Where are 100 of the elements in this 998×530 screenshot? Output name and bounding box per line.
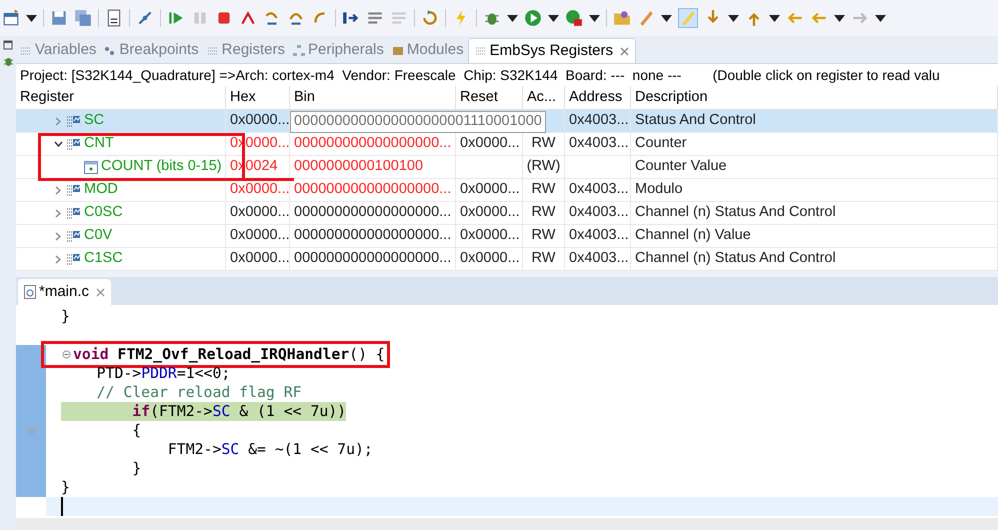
register-icon: [67, 138, 81, 150]
description-text: Counter Value: [635, 157, 727, 176]
access-value: RW: [532, 180, 556, 200]
column-header[interactable]: Register: [16, 86, 226, 109]
access-value: RW: [532, 249, 556, 268]
tab-icon: [392, 44, 404, 56]
table-row[interactable]: C0V 0x0000... 000000000000000000... 0x0000... RW 0x4003... Channel (n) Value: [16, 225, 998, 248]
hex-value: 0x0000...: [230, 111, 290, 130]
address-value: 0x4003...: [569, 180, 629, 200]
project-info-text: Project: [S32K144_Quadrature] =>Arch: cortex-m4 Vendor: Freescale Chip: S32K144 Board: --- none --- (Double click on register to read valu: [20, 66, 940, 85]
binary-value: 000000000000000000...: [294, 203, 452, 222]
hex-value: 0x0000...: [230, 180, 290, 200]
view-tab[interactable]: EmbSys Registers: [468, 38, 636, 63]
code-line: {: [131, 421, 142, 440]
address-value: 0x4003...: [569, 226, 629, 246]
reset-value: 0x0000...: [460, 226, 520, 246]
binary-value: 0000000000100100: [294, 157, 424, 176]
folder-icon[interactable]: [613, 9, 631, 27]
reset-value: 0x0000...: [460, 180, 520, 200]
description-text: Counter: [635, 134, 687, 154]
dropdown-caret-icon[interactable]: [834, 14, 845, 22]
register-name: COUNT (bits 0-15): [101, 157, 222, 176]
binary-value: 000000000000000000...: [294, 134, 452, 154]
description-text: Channel (n) Status And Control: [635, 203, 836, 222]
dropdown-caret-icon[interactable]: [507, 14, 518, 22]
code-line: // Clear reload flag RF: [96, 383, 302, 402]
column-header[interactable]: Hex: [226, 86, 290, 109]
c-file-icon: [24, 285, 36, 299]
table-row[interactable]: C0SC 0x0000... 000000000000000000... 0x0000... RW 0x4003... Channel (n) Status And Control: [16, 202, 998, 225]
column-header[interactable]: Reset: [456, 86, 523, 109]
access-value: RW: [532, 203, 556, 222]
description-text: Channel (n) Status And Control: [635, 249, 836, 268]
fold-icon[interactable]: [62, 350, 71, 359]
dropdown-caret-icon[interactable]: [548, 14, 559, 22]
close-icon[interactable]: [620, 46, 629, 56]
register-name: C0V: [84, 226, 112, 246]
tab-icon: [474, 45, 487, 57]
description-text: Modulo: [635, 180, 683, 200]
address-value: 0x4003...: [569, 203, 629, 222]
register-name: CNT: [84, 134, 114, 154]
new-window-icon[interactable]: [2, 9, 20, 27]
register-icon: [67, 252, 81, 266]
column-header[interactable]: Ac...: [523, 86, 565, 109]
save-all-icon[interactable]: [74, 9, 92, 27]
reset-icon[interactable]: [421, 9, 439, 27]
binary-edit-field[interactable]: 0000000000000000000001110001000: [290, 111, 546, 133]
reset-value: 0x0000...: [460, 203, 520, 222]
register-icon: [67, 114, 81, 128]
access-value: (RW): [526, 157, 560, 176]
instruction-pointer-icon: [26, 426, 36, 436]
column-header[interactable]: Bin: [290, 86, 456, 109]
code-line: PTD->PDDR=1<<0;: [96, 364, 230, 383]
register-icon: [67, 184, 81, 196]
code-line: void FTM2_Ovf_Reload_IRQHandler() {: [73, 345, 385, 364]
hex-value: 0x0000...: [230, 203, 290, 222]
external-tool-icon[interactable]: [565, 9, 583, 27]
reset-value: 0x0000...: [460, 134, 520, 154]
reset-value: 0x0000...: [460, 249, 520, 268]
tab-icon: [104, 44, 116, 56]
binary-value: 000000000000000000...: [294, 249, 452, 268]
run-icon[interactable]: [524, 9, 542, 27]
editor-tab[interactable]: *main.c: [18, 279, 112, 305]
field-icon: [84, 160, 98, 174]
dropdown-caret-icon[interactable]: [875, 14, 886, 22]
dropdown-caret-icon[interactable]: [661, 14, 672, 22]
register-name: C0SC: [84, 203, 123, 222]
binary-value: 000000000000000000...: [294, 226, 452, 246]
address-value: 0x4003...: [569, 134, 629, 154]
register-icon: [67, 206, 81, 220]
unlinked-icon[interactable]: [136, 9, 154, 27]
dropdown-caret-icon[interactable]: [26, 14, 37, 22]
text-cursor: [61, 497, 63, 516]
selected-row[interactable]: SC 0x0000... 0000000000000000000001110001000 0x4003... Status And Control: [16, 110, 998, 133]
window-icon[interactable]: [3, 40, 13, 50]
tab-icon: [206, 44, 219, 56]
tab-icon: [293, 44, 305, 56]
description-text: Status And Control: [635, 111, 756, 130]
column-header[interactable]: Address: [565, 86, 631, 109]
disconnect-icon[interactable]: [239, 9, 257, 27]
close-icon[interactable]: [96, 288, 106, 296]
dropdown-caret-icon[interactable]: [589, 14, 600, 22]
dropdown-caret-icon[interactable]: [769, 14, 780, 22]
address-value: 0x4003...: [569, 249, 629, 268]
register-name: MOD: [84, 180, 118, 200]
dropdown-caret-icon[interactable]: [728, 14, 739, 22]
code-line: FTM2->SC &= ~(1 << 7u);: [166, 440, 373, 459]
hex-value: 0x0000...: [230, 226, 290, 246]
tab-icon: [20, 44, 32, 56]
access-value: RW: [532, 134, 556, 154]
register-icon: [67, 230, 81, 242]
binary-value: 000000000000000000...: [294, 180, 452, 200]
code-line: }: [61, 478, 70, 497]
register-name: SC: [84, 111, 104, 130]
hex-value: 0x0000...: [230, 249, 290, 268]
address-value: 0x4003...: [569, 111, 629, 130]
column-header[interactable]: Description: [631, 86, 998, 109]
bug-icon[interactable]: [2, 56, 14, 67]
access-value: RW: [532, 226, 556, 246]
save-icon[interactable]: [50, 9, 68, 27]
table-row[interactable]: MOD 0x0000... 000000000000000000... 0x0000... RW 0x4003... Modulo: [16, 179, 998, 202]
